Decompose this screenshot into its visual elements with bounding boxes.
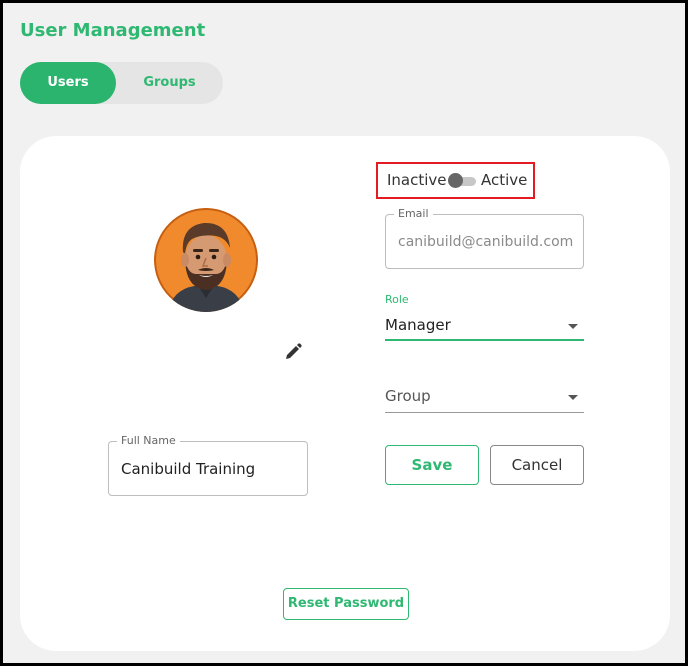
- avatar: [154, 208, 258, 312]
- pencil-icon[interactable]: [283, 342, 303, 362]
- tab-users[interactable]: Users: [20, 62, 116, 104]
- status-active-label: Active: [481, 171, 528, 189]
- status-inactive-label: Inactive: [387, 171, 447, 189]
- email-field[interactable]: Email canibuild@canibuild.com: [385, 207, 584, 269]
- tab-switcher: Users Groups: [20, 62, 223, 104]
- cancel-button[interactable]: Cancel: [490, 445, 584, 485]
- reset-password-button[interactable]: Reset Password: [283, 588, 409, 620]
- user-card: Full Name Canibuild Training Inactive Ac…: [20, 136, 670, 651]
- save-button[interactable]: Save: [385, 445, 479, 485]
- avatar-illustration: [154, 208, 258, 312]
- role-label: Role: [385, 293, 409, 306]
- group-select[interactable]: Group: [385, 381, 584, 413]
- full-name-field[interactable]: Full Name Canibuild Training: [108, 434, 308, 496]
- role-value: Manager: [385, 316, 451, 334]
- tab-groups[interactable]: Groups: [116, 62, 223, 104]
- email-label: Email: [394, 207, 433, 220]
- page-title: User Management: [20, 20, 206, 41]
- active-toggle[interactable]: [448, 173, 476, 188]
- app-window: User Management Users Groups Full Name C…: [0, 0, 688, 666]
- group-placeholder: Group: [385, 387, 431, 405]
- toggle-thumb: [448, 173, 463, 188]
- role-select[interactable]: Role Manager: [385, 293, 584, 341]
- full-name-label: Full Name: [117, 434, 180, 447]
- caret-down-icon: [568, 324, 578, 329]
- caret-down-icon: [568, 395, 578, 400]
- full-name-value: Canibuild Training: [121, 460, 256, 478]
- email-value: canibuild@canibuild.com: [398, 234, 574, 250]
